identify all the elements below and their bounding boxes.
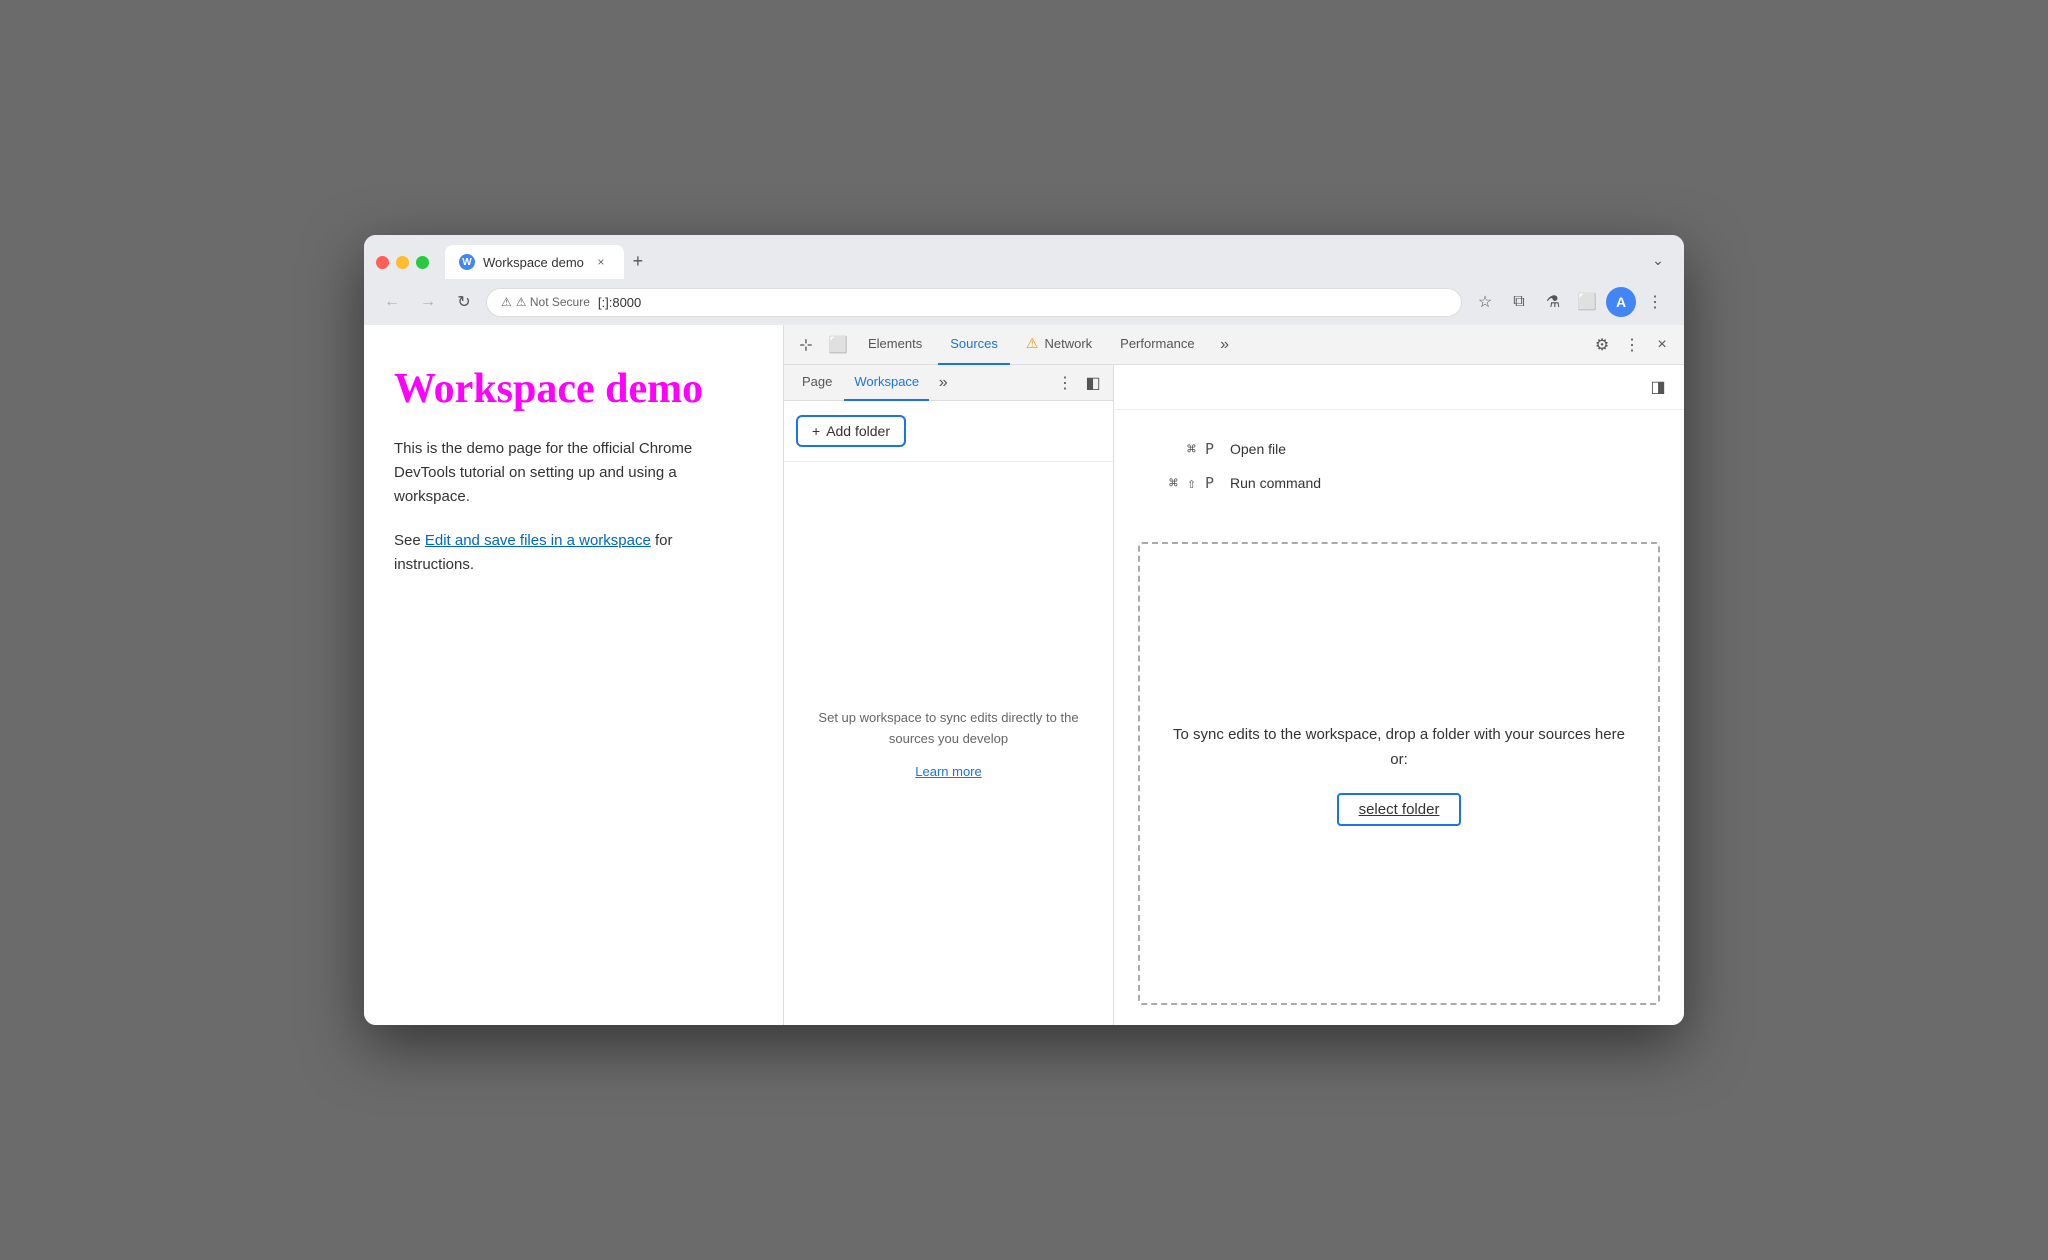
forward-button[interactable]: → <box>414 288 442 316</box>
add-folder-icon: + <box>812 423 820 439</box>
workspace-info-text: Set up workspace to sync edits directly … <box>804 708 1093 750</box>
see-label: See <box>394 532 425 549</box>
security-label: ⚠ Not Secure <box>516 295 590 309</box>
profile-icon[interactable]: A <box>1606 287 1636 317</box>
tab-close-button[interactable]: × <box>592 253 610 271</box>
open-file-command: ⌘ P Open file <box>1154 440 1644 458</box>
sources-more-tabs-button[interactable]: » <box>931 371 955 395</box>
back-button[interactable]: ← <box>378 288 406 316</box>
open-file-label: Open file <box>1230 441 1286 457</box>
browser-window: W Workspace demo × + ⌄ ← → ↻ ⚠ ⚠ Not Sec… <box>364 235 1684 1025</box>
run-command-label: Run command <box>1230 475 1321 491</box>
device-toggle-button[interactable]: ⬜ <box>824 331 852 359</box>
devtools-right-panel: ◨ ⌘ P Open file ⌘ ⇧ P Run command <box>1114 365 1684 1025</box>
workspace-link[interactable]: Edit and save files in a workspace <box>425 532 651 549</box>
drop-zone-text: To sync edits to the workspace, drop a f… <box>1164 722 1634 773</box>
tab-dropdown-button[interactable]: ⌄ <box>1644 246 1672 274</box>
address-actions: ☆ ⧉ ⚗ ⬜ A ⋮ <box>1470 287 1670 317</box>
add-folder-area: + Add folder <box>784 401 1113 462</box>
select-folder-button[interactable]: select folder <box>1337 793 1462 826</box>
more-tabs-button[interactable]: » <box>1211 331 1239 359</box>
tab-sources[interactable]: Sources <box>938 325 1010 365</box>
add-folder-button[interactable]: + Add folder <box>796 415 906 447</box>
page-area: Workspace demo This is the demo page for… <box>364 325 784 1025</box>
warning-icon: ⚠ <box>501 295 512 309</box>
maximize-traffic-light[interactable] <box>416 256 429 269</box>
security-indicator: ⚠ ⚠ Not Secure <box>501 295 590 309</box>
sources-workspace-tab[interactable]: Workspace <box>844 365 929 401</box>
run-command-shortcut: ⌘ ⇧ P <box>1154 474 1214 492</box>
browser-menu-icon[interactable]: ⋮ <box>1640 287 1670 317</box>
tab-network[interactable]: ⚠ Network <box>1014 325 1104 365</box>
tab-favicon: W <box>459 254 475 270</box>
devtools-more-options[interactable]: ⋮ <box>1618 331 1646 359</box>
sources-tab-actions: ⋮ ◧ <box>1053 371 1105 395</box>
minimize-traffic-light[interactable] <box>396 256 409 269</box>
sources-sidebar-toggle[interactable]: ◧ <box>1081 371 1105 395</box>
sources-page-tab[interactable]: Page <box>792 365 842 401</box>
page-title: Workspace demo <box>394 365 753 413</box>
tab-elements[interactable]: Elements <box>856 325 934 365</box>
tab-bar-right: ⌄ <box>1644 246 1672 278</box>
url-bar[interactable]: ⚠ ⚠ Not Secure [:]:8000 <box>486 288 1462 317</box>
add-folder-label: Add folder <box>826 423 890 439</box>
browser-tab[interactable]: W Workspace demo × <box>445 245 624 279</box>
page-link-text: See Edit and save files in a workspace f… <box>394 529 753 577</box>
open-file-shortcut: ⌘ P <box>1154 440 1214 458</box>
address-bar: ← → ↻ ⚠ ⚠ Not Secure [:]:8000 ☆ ⧉ ⚗ ⬜ A … <box>364 279 1684 325</box>
inspect-element-button[interactable]: ⊹ <box>792 331 820 359</box>
learn-more-link[interactable]: Learn more <box>915 764 981 779</box>
run-command-command: ⌘ ⇧ P Run command <box>1154 474 1644 492</box>
new-tab-button[interactable]: + <box>624 247 652 275</box>
file-commands: ⌘ P Open file ⌘ ⇧ P Run command <box>1114 410 1684 522</box>
network-warning-icon: ⚠ <box>1026 335 1039 352</box>
settings-button[interactable]: ⚙ <box>1588 331 1616 359</box>
close-devtools-button[interactable]: × <box>1648 331 1676 359</box>
devtools-right-top: ◨ <box>1114 365 1684 410</box>
bookmark-icon[interactable]: ☆ <box>1470 287 1500 317</box>
right-panel-toggle[interactable]: ◨ <box>1644 373 1672 401</box>
browser-content: Workspace demo This is the demo page for… <box>364 325 1684 1025</box>
workspace-info: Set up workspace to sync edits directly … <box>784 462 1113 1025</box>
tab-performance[interactable]: Performance <box>1108 325 1206 365</box>
devtools-panel: ⊹ ⬜ Elements Sources ⚠ Network Performan… <box>784 325 1684 1025</box>
reload-button[interactable]: ↻ <box>450 288 478 316</box>
devtools-body: Page Workspace » ⋮ ◧ <box>784 365 1684 1025</box>
tab-title: Workspace demo <box>483 255 584 270</box>
tab-bar: W Workspace demo × + <box>445 245 1636 279</box>
lab-icon[interactable]: ⚗ <box>1538 287 1568 317</box>
devtools-toolbar: ⊹ ⬜ Elements Sources ⚠ Network Performan… <box>784 325 1684 365</box>
page-description: This is the demo page for the official C… <box>394 437 753 509</box>
devtools-toolbar-right: ⚙ ⋮ × <box>1588 331 1676 359</box>
traffic-lights <box>376 256 429 269</box>
extensions-icon[interactable]: ⧉ <box>1504 287 1534 317</box>
sources-sub-tabs: Page Workspace » ⋮ ◧ <box>784 365 1113 401</box>
devtools-right-content: ⌘ P Open file ⌘ ⇧ P Run command To sync … <box>1114 410 1684 1025</box>
split-icon[interactable]: ⬜ <box>1572 287 1602 317</box>
url-text: [:]:8000 <box>598 295 641 310</box>
title-bar: W Workspace demo × + ⌄ <box>364 235 1684 279</box>
close-traffic-light[interactable] <box>376 256 389 269</box>
drop-zone[interactable]: To sync edits to the workspace, drop a f… <box>1138 542 1660 1005</box>
devtools-left-panel: Page Workspace » ⋮ ◧ <box>784 365 1114 1025</box>
sources-options-button[interactable]: ⋮ <box>1053 371 1077 395</box>
